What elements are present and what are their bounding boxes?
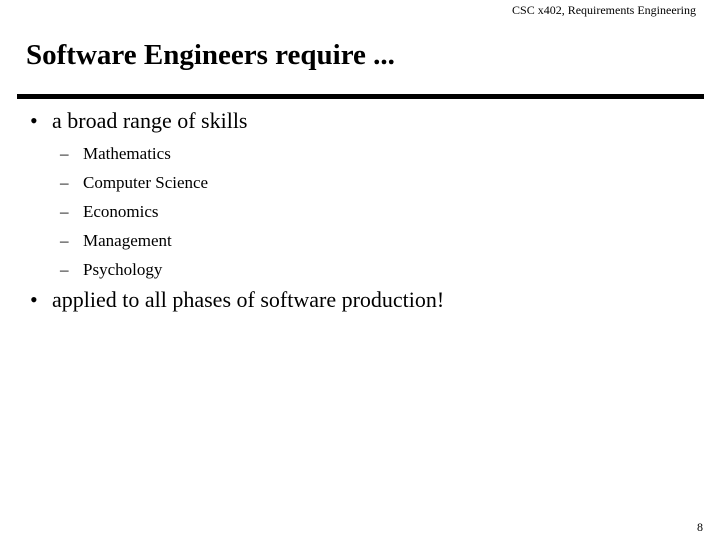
bullet-icon: • [30, 108, 38, 133]
sub-bullet-text: Psychology [83, 260, 163, 279]
dash-icon: – [60, 173, 69, 192]
dash-icon: – [60, 202, 69, 221]
sub-bullet-text: Mathematics [83, 144, 171, 163]
sub-bullet-text: Computer Science [83, 173, 209, 192]
bullet-item: • applied to all phases of software produ… [30, 287, 444, 313]
sub-bullet-item: – Psychology [60, 255, 208, 284]
dash-icon: – [60, 231, 69, 250]
page-number: 8 [697, 520, 703, 534]
bullet-text: applied to all phases of software produc… [52, 287, 445, 312]
dash-icon: – [60, 144, 69, 163]
bullet-text: a broad range of skills [52, 108, 248, 133]
title-divider [17, 94, 704, 99]
sub-bullet-item: – Mathematics [60, 139, 208, 168]
dash-icon: – [60, 260, 69, 279]
sub-bullet-item: – Economics [60, 197, 208, 226]
skills-sublist: – Mathematics – Computer Science – Economic… [60, 139, 208, 284]
course-header: CSC x402, Requirements Engineering [512, 3, 696, 17]
bullet-icon: • [30, 287, 38, 312]
sub-bullet-text: Management [83, 231, 172, 250]
sub-bullet-item: – Computer Science [60, 168, 208, 197]
sub-bullet-item: – Management [60, 226, 208, 255]
slide-title: Software Engineers require ... [26, 39, 395, 71]
sub-bullet-text: Economics [83, 202, 159, 221]
bullet-item: • a broad range of skills [30, 108, 248, 134]
